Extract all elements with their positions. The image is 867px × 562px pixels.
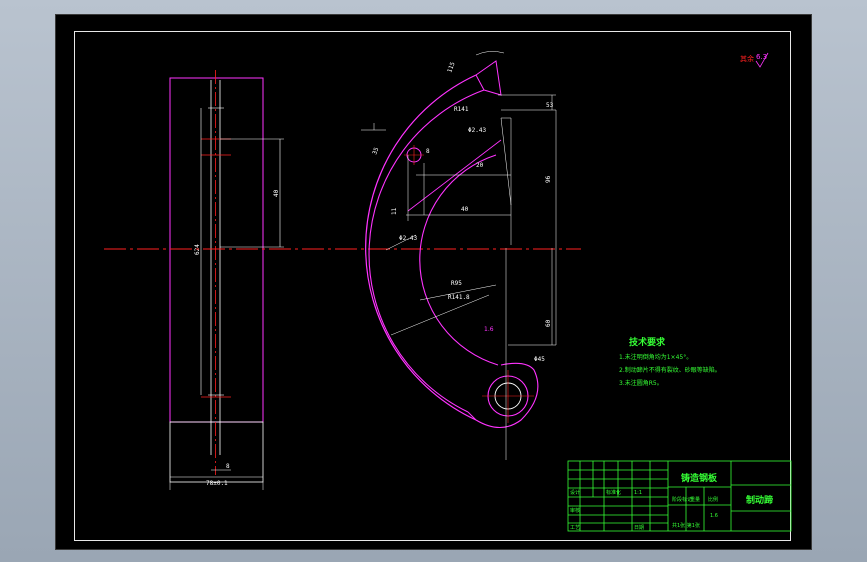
tech-req-title: 技术要求 <box>629 336 666 348</box>
drawing-viewport[interactable]: 40 624 78±0.1 8 115 R141 Φ2.43 8 35 11 2… <box>55 14 812 550</box>
technical-requirements: 技术要求 1.未注明倒角均为1×45°。 2.制动蹄片不得有裂纹、砂眼等缺陷。 … <box>619 336 721 387</box>
tech-req-item: 3.未注圆角R5。 <box>619 379 663 387</box>
tech-req-item: 1.未注明倒角均为1×45°。 <box>619 353 692 361</box>
dim-35: 35 <box>371 146 380 156</box>
dim-40: 40 <box>461 206 469 213</box>
dim-r141-8: R141.8 <box>448 294 470 301</box>
title-sheet: 共1张 第1张 <box>672 522 700 529</box>
title-drawing-name: 制动蹄 <box>746 494 773 506</box>
dim-96: 96 <box>545 175 552 183</box>
dim-hole-note: 8 <box>426 148 430 155</box>
dim-phi45: Φ45 <box>534 356 545 363</box>
dim-60: 60 <box>545 319 552 327</box>
title-date: 日期 <box>634 525 644 531</box>
title-designed: 设计 <box>570 489 580 496</box>
title-process: 工艺 <box>570 525 580 531</box>
side-view-outline <box>169 77 264 423</box>
surface-finish-mark: 其余 6.3 <box>740 52 769 68</box>
dim-h1: 40 <box>273 189 280 197</box>
dim-r95: R95 <box>451 280 462 287</box>
side-view-lower-block <box>169 421 264 483</box>
title-stage-mark: 阶段标记 <box>672 496 692 503</box>
title-mass: 重量 <box>690 496 700 503</box>
side-view: 40 624 78±0.1 8 <box>169 70 284 490</box>
title-rev: 1.6 <box>710 513 718 519</box>
dim-53: 53 <box>546 102 554 109</box>
roughness-mark: 1.6 <box>484 326 494 333</box>
cad-drawing[interactable]: 40 624 78±0.1 8 115 R141 Φ2.43 8 35 11 2… <box>56 15 811 549</box>
title-ratio: 比例 <box>708 496 718 503</box>
title-part-name: 铸造钢板 <box>681 472 718 484</box>
dim-phi2-mid: Φ2.43 <box>399 235 417 242</box>
tech-req-item: 2.制动蹄片不得有裂纹、砂眼等缺陷。 <box>619 366 721 374</box>
title-approved: 审核 <box>570 507 580 514</box>
dim-115: 115 <box>446 61 456 74</box>
inner-arc <box>419 154 499 366</box>
brake-shoe-view <box>365 60 539 429</box>
dim-11: 11 <box>391 207 398 215</box>
title-standard: 标准化 <box>606 489 621 496</box>
dim-phi2-top: Φ2.43 <box>468 127 486 134</box>
dim-20: 20 <box>476 162 484 169</box>
dim-fig: 8 <box>226 463 230 470</box>
dim-r141: R141 <box>454 106 469 113</box>
lining-arc <box>368 89 485 413</box>
svg-text:其余: 其余 <box>740 54 754 63</box>
dim-78: 78±0.1 <box>206 480 228 487</box>
title-scale: 1:1 <box>634 490 642 496</box>
